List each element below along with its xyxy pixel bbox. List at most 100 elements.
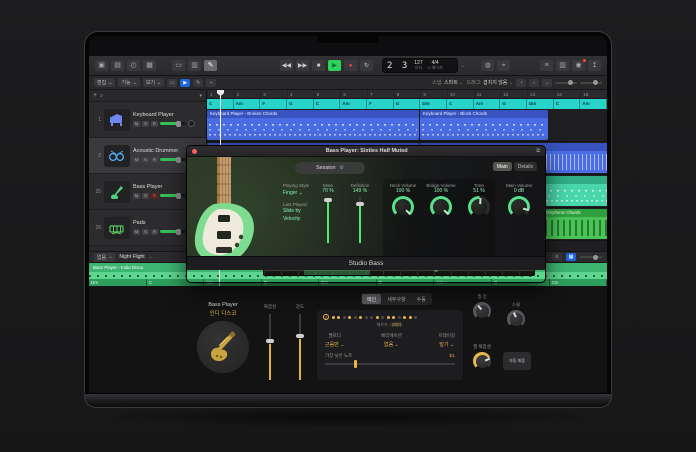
definition-slider[interactable]: Definition 149 %: [347, 183, 373, 243]
fill-dot[interactable]: [403, 316, 406, 319]
track-filter-icon[interactable]: ⌕: [100, 93, 103, 99]
smart-controls-icon[interactable]: ▭: [172, 60, 185, 71]
project-section-title[interactable]: Night Flight: [119, 254, 144, 260]
fill-dot[interactable]: [343, 316, 346, 319]
bar-ruler[interactable]: 123456789101112131415: [207, 90, 607, 99]
mute-slider[interactable]: Mute 70 %: [315, 183, 341, 243]
main-volume-knob[interactable]: Main Volume 0 dB: [503, 183, 535, 218]
volume-slider[interactable]: [160, 230, 186, 233]
solo-button[interactable]: S: [142, 229, 149, 235]
record-enable-button[interactable]: R: [151, 229, 158, 235]
stop-button[interactable]: ■: [312, 60, 325, 71]
fills-caption[interactable]: 채우기: 2마디: [323, 322, 457, 328]
plugin-title-bar[interactable]: Bass Player: Sixties Half Muted ⧉: [187, 146, 545, 157]
session-popup[interactable]: 베리에이션 없음 ⌄: [381, 333, 402, 348]
bridge-volume-knob[interactable]: Bridge Volume 100 %: [425, 183, 457, 218]
fill-dot[interactable]: [332, 316, 335, 319]
swing-knob[interactable]: 스윙: [499, 302, 533, 328]
chord-cell[interactable]: G: [394, 99, 421, 109]
fill-dot[interactable]: [387, 316, 390, 319]
fill-dot[interactable]: [398, 316, 401, 319]
fill-dot[interactable]: [381, 316, 384, 319]
catch-playhead-icon[interactable]: ▶: [180, 79, 190, 87]
gear-icon[interactable]: ⚙: [340, 165, 344, 171]
editor-list-icon[interactable]: ≡: [552, 253, 562, 261]
pencil-icon[interactable]: ✎: [193, 79, 203, 87]
mute-button[interactable]: M: [133, 229, 140, 235]
forward-button[interactable]: ▶▶: [296, 60, 309, 71]
toolbar-icon[interactable]: ▣: [95, 60, 108, 71]
intensity-slider[interactable]: 강도: [287, 304, 313, 380]
count-in-icon[interactable]: ⌖: [497, 60, 510, 71]
waveform-zoom-icon[interactable]: ◔: [516, 79, 526, 87]
mixer-icon[interactable]: ▥: [188, 60, 201, 71]
record-enable-button[interactable]: R: [151, 121, 158, 127]
horizontal-zoom-icon[interactable]: ↔: [542, 79, 552, 87]
section-chevron-icon[interactable]: ⌄: [149, 254, 153, 260]
lowest-note-control[interactable]: 가장 낮은 노트 E1: [323, 353, 457, 365]
mute-button[interactable]: M: [133, 157, 140, 163]
cycle-button[interactable]: ↻: [360, 60, 373, 71]
neck-volume-knob[interactable]: Neck Volume 100 %: [387, 183, 419, 218]
fill-dot[interactable]: [376, 316, 379, 319]
lcd-chevron-icon[interactable]: ⌄: [461, 63, 465, 69]
grid-icon[interactable]: ▭: [167, 79, 177, 87]
chord-cell[interactable]: F: [260, 99, 287, 109]
zoom-slider-h[interactable]: [555, 82, 577, 84]
share-icon[interactable]: ↥: [588, 60, 601, 71]
volume-slider[interactable]: [160, 158, 186, 161]
solo-button[interactable]: S: [142, 121, 149, 127]
chord-cell[interactable]: G: [287, 99, 314, 109]
apple-loops-icon[interactable]: ▥: [556, 60, 569, 71]
session-view-tab[interactable]: 메인: [362, 294, 381, 304]
tone-knob[interactable]: Tone 51 %: [463, 183, 495, 218]
mute-button[interactable]: M: [133, 121, 140, 127]
chord-cell[interactable]: Am: [580, 99, 607, 109]
fill-dot[interactable]: [414, 316, 417, 319]
fill-complexity-knob[interactable]: 필 복잡성: [465, 344, 499, 370]
none-dropdown[interactable]: 없음 ⌄: [94, 253, 115, 262]
pencil-tool-icon[interactable]: ✎: [204, 60, 217, 71]
functions-menu[interactable]: 기능⌄: [118, 78, 139, 87]
chord-track[interactable]: CAmFGCAmFGDmCAmGDmCAm: [207, 99, 607, 109]
link-icon[interactable]: ⧉: [536, 148, 540, 154]
record-button[interactable]: ●: [344, 60, 357, 71]
add-track-button[interactable]: +: [93, 92, 97, 99]
snap-setting[interactable]: 스냅: 스마트 ⌄: [432, 79, 463, 86]
plugin-view-tab[interactable]: Details: [514, 162, 537, 171]
play-button[interactable]: ▶: [328, 60, 341, 71]
fill-dot[interactable]: [365, 316, 368, 319]
automation-icon[interactable]: ⌁: [206, 79, 216, 87]
record-enable-button[interactable]: R: [151, 193, 158, 199]
auto-fill-button[interactable]: 자동 채움: [503, 352, 531, 370]
fill-dot[interactable]: [337, 316, 340, 319]
chord-cell[interactable]: Am: [340, 99, 367, 109]
volume-slider[interactable]: [160, 194, 186, 197]
fill-dot[interactable]: [359, 316, 362, 319]
edit-menu[interactable]: 편집⌄: [94, 78, 115, 87]
chord-cell[interactable]: Am: [234, 99, 261, 109]
rewind-button[interactable]: ◀◀: [280, 60, 293, 71]
chord-cell[interactable]: Dm: [527, 99, 554, 109]
volume-slider[interactable]: [160, 122, 186, 125]
region-block-chords[interactable]: Keyboard Player - Block Chords: [420, 110, 548, 140]
editor-chord-cell[interactable]: Dm: [550, 279, 608, 286]
editor-zoom-slider[interactable]: [580, 256, 602, 258]
chord-cell[interactable]: Dm: [420, 99, 447, 109]
fill-dot[interactable]: [409, 316, 412, 319]
chord-cell[interactable]: C: [447, 99, 474, 109]
plugin-view-tab[interactable]: Main: [493, 162, 512, 171]
library-icon[interactable]: ▤: [111, 60, 124, 71]
playhead[interactable]: [220, 90, 221, 147]
vertical-zoom-icon[interactable]: ↕: [529, 79, 539, 87]
session-popup[interactable]: 프레이징 밀기 ⌄: [438, 333, 455, 348]
fill-dot[interactable]: [370, 316, 373, 319]
solo-button[interactable]: S: [142, 193, 149, 199]
notifications-icon[interactable]: ◉: [572, 60, 585, 71]
inspector-icon[interactable]: ▦: [143, 60, 156, 71]
bass-player-plugin-window[interactable]: Bass Player: Sixties Half Muted ⧉: [186, 145, 546, 283]
header-options-icon[interactable]: ▾: [199, 93, 202, 99]
solo-button[interactable]: S: [142, 157, 149, 163]
fill-dot[interactable]: [354, 316, 357, 319]
chord-cell[interactable]: C: [314, 99, 341, 109]
